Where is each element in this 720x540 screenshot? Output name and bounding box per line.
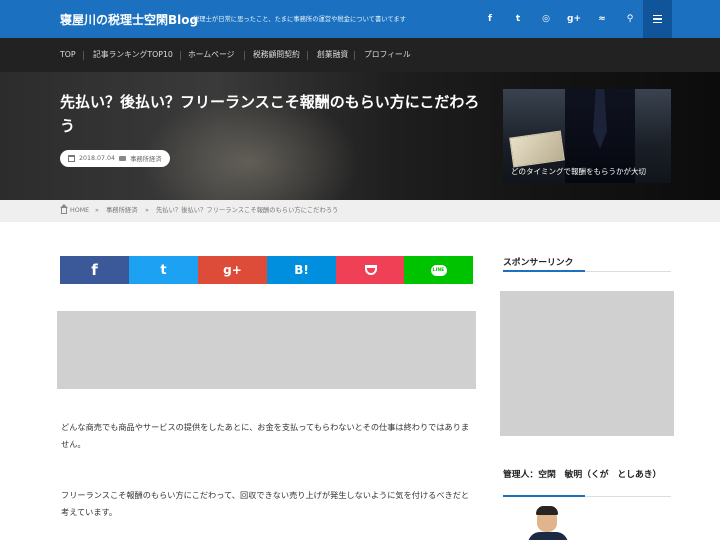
home-icon xyxy=(60,204,68,214)
article-title: 先払い？後払い？フリーランスこそ報酬のもらい方にこだわろう xyxy=(60,93,480,135)
folder-icon xyxy=(119,156,127,161)
twitter-icon: t xyxy=(160,262,167,278)
heading-accent xyxy=(503,270,585,272)
facebook-icon: f xyxy=(91,261,98,279)
article-paragraph: フリーランスこそ報酬のもらい方にこだわって、回収できない売り上げが発生しないよう… xyxy=(61,490,470,517)
nav-divider xyxy=(307,51,308,60)
rss-icon[interactable]: ≈ xyxy=(590,0,614,38)
nav-divider xyxy=(244,51,245,60)
article-category[interactable]: 事務所経済 xyxy=(130,154,161,163)
breadcrumb: HOME » 事務所経済 » 先払い？後払い？フリーランスこそ報酬のもらい方にこ… xyxy=(0,200,720,222)
site-title[interactable]: 寝屋川の税理士空閑Blog xyxy=(60,11,198,28)
article-paragraph: どんな商売でも商品やサービスの提供をしたあとに、お金を支払ってもらわないとその仕… xyxy=(61,422,470,449)
share-googleplus-button[interactable]: g+ xyxy=(198,256,267,284)
nav-item-startup-loan[interactable]: 創業融資 xyxy=(317,38,348,72)
share-line-button[interactable]: LINE xyxy=(404,256,473,284)
line-icon: LINE xyxy=(430,264,447,276)
featured-image: どのタイミングで報酬をもらうかが大切 xyxy=(503,89,671,183)
googleplus-icon: g+ xyxy=(223,263,242,277)
instagram-icon[interactable]: ◎ xyxy=(534,0,558,38)
facebook-icon[interactable]: f xyxy=(478,0,502,38)
breadcrumb-separator: » xyxy=(95,207,99,214)
sidebar-admin-heading: 管理人：空閑 敏明（くが としあき） xyxy=(503,470,662,480)
site-header: 寝屋川の税理士空閑Blog 税理士が日常に思ったこと、たまに事務所の運営や税金に… xyxy=(0,0,720,38)
share-hatena-button[interactable]: B! xyxy=(267,256,336,284)
article-hero: 先払い？後払い？フリーランスこそ報酬のもらい方にこだわろう 2018.07.04… xyxy=(0,72,720,200)
share-facebook-button[interactable]: f xyxy=(60,256,129,284)
hatena-bookmark-icon: B! xyxy=(294,263,309,277)
search-icon[interactable]: ⚲ xyxy=(618,0,642,38)
sidebar-sponsor-heading: スポンサーリンク xyxy=(503,258,574,268)
site-description: 税理士が日常に思ったこと、たまに事務所の運営や税金について書いてます xyxy=(193,16,406,23)
nav-item-ranking[interactable]: 記事ランキングTOP10 xyxy=(93,38,173,72)
menu-icon[interactable] xyxy=(643,0,672,38)
twitter-icon[interactable]: t xyxy=(506,0,530,38)
avatar xyxy=(528,504,568,540)
ad-placeholder[interactable] xyxy=(57,311,476,389)
breadcrumb-separator: » xyxy=(145,207,149,214)
article-date: 2018.07.04 xyxy=(79,155,116,162)
breadcrumb-current: 先払い？後払い？フリーランスこそ報酬のもらい方にこだわろう xyxy=(156,207,339,214)
nav-item-tax-contract[interactable]: 税務顧問契約 xyxy=(253,38,300,72)
nav-item-profile[interactable]: プロフィール xyxy=(364,38,411,72)
pocket-icon xyxy=(364,265,377,275)
breadcrumb-home[interactable]: HOME xyxy=(70,200,89,222)
nav-item-homepage[interactable]: ホームページ xyxy=(188,38,234,72)
breadcrumb-category[interactable]: 事務所経済 xyxy=(106,200,137,222)
googleplus-icon[interactable]: g+ xyxy=(562,0,586,38)
nav-divider xyxy=(83,51,84,60)
article-meta: 2018.07.04 事務所経済 xyxy=(60,150,170,167)
share-pocket-button[interactable] xyxy=(336,256,405,284)
heading-accent xyxy=(503,495,585,497)
featured-caption: どのタイミングで報酬をもらうかが大切 xyxy=(511,167,646,176)
nav-divider xyxy=(180,51,181,60)
calendar-icon xyxy=(68,155,75,162)
share-twitter-button[interactable]: t xyxy=(129,256,198,284)
nav-divider xyxy=(354,51,355,60)
sidebar-ad-placeholder[interactable] xyxy=(500,291,674,436)
nav-item-top[interactable]: TOP xyxy=(60,38,76,72)
global-nav: TOP 記事ランキングTOP10 ホームページ 税務顧問契約 創業融資 プロフィ… xyxy=(0,38,720,72)
